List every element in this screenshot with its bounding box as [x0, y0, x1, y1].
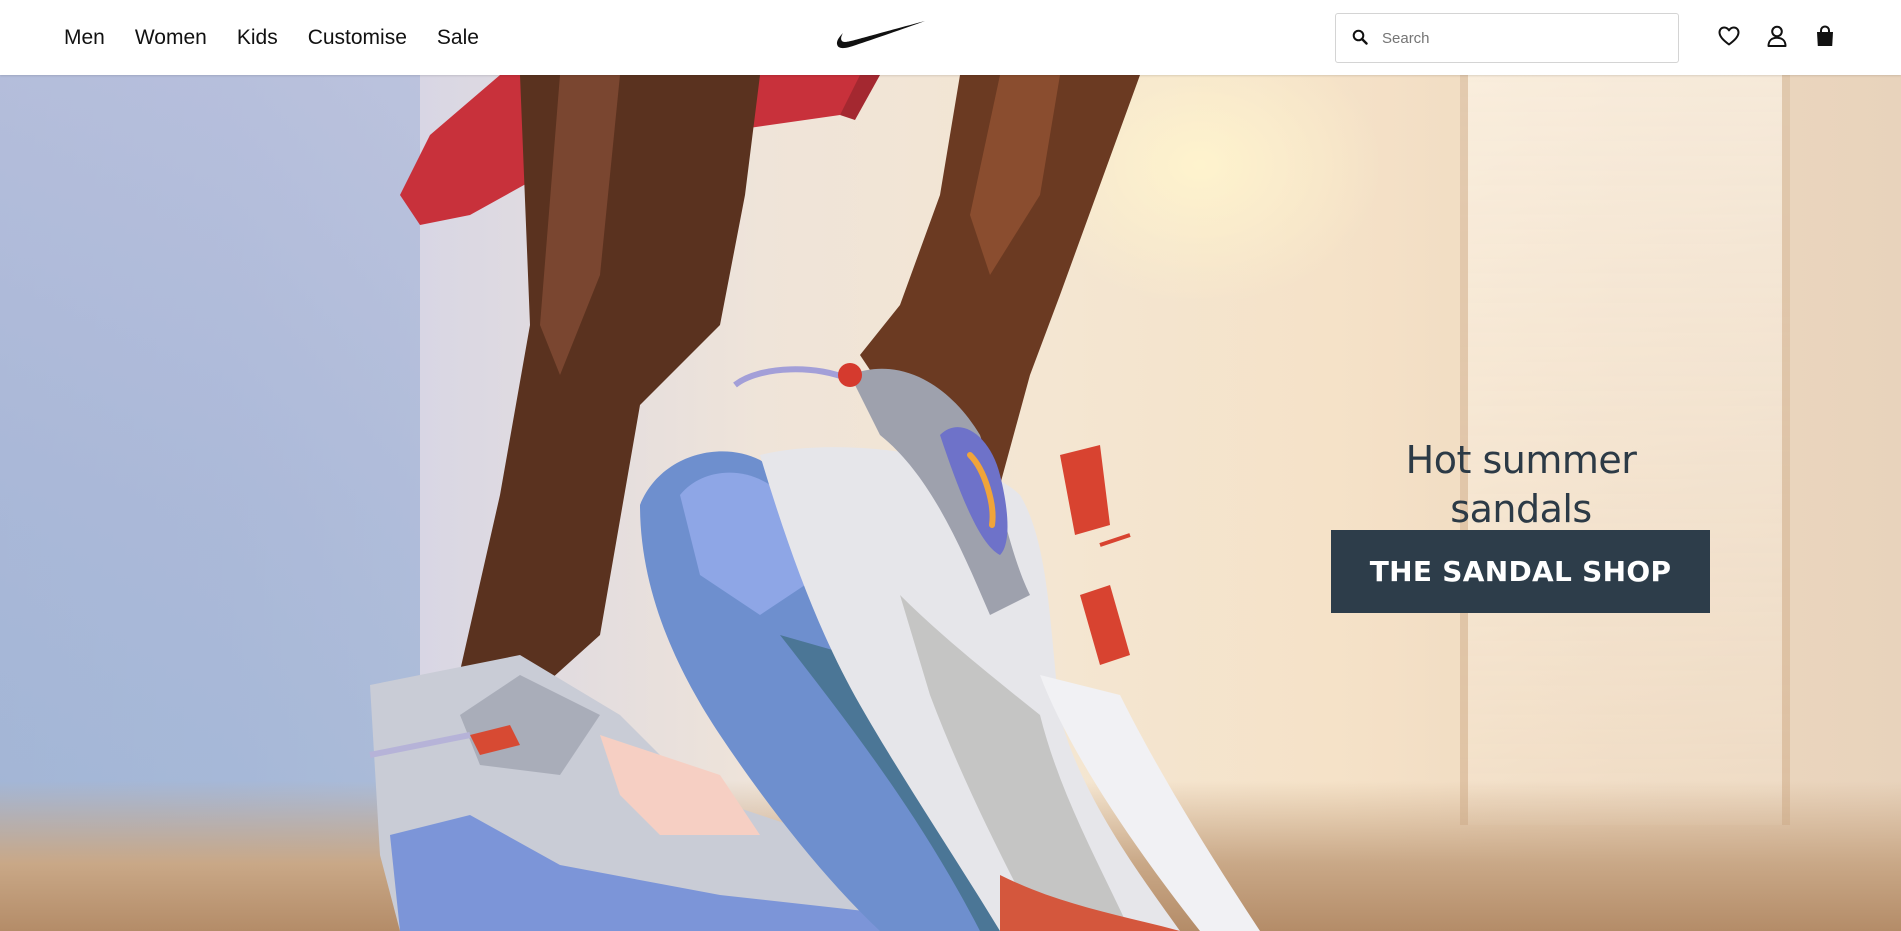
heart-icon[interactable]	[1717, 24, 1741, 48]
main-nav: Men Women Kids Customise Sale	[64, 0, 509, 75]
swoosh-icon	[836, 21, 925, 49]
nav-item-women[interactable]: Women	[135, 27, 207, 48]
nav-item-men[interactable]: Men	[64, 27, 105, 48]
hero-title: Hot summer sandals	[1405, 438, 1637, 532]
nav-item-kids[interactable]: Kids	[237, 27, 278, 48]
search-input[interactable]	[1382, 14, 1678, 62]
bag-icon[interactable]	[1813, 24, 1837, 48]
nav-item-customise[interactable]: Customise	[308, 27, 407, 48]
user-icon[interactable]	[1765, 24, 1789, 48]
swoosh-logo[interactable]	[836, 20, 926, 52]
search-icon[interactable]	[1352, 29, 1370, 47]
site-header: Men Women Kids Customise Sale	[0, 0, 1901, 75]
search-box[interactable]	[1335, 13, 1679, 63]
hero-copy: Hot summer sandals	[1331, 436, 1711, 535]
hero-banner[interactable]: Hot summer sandals	[0, 75, 1901, 931]
nav-item-sale[interactable]: Sale	[437, 27, 479, 48]
sandal-shop-button[interactable]: THE SANDAL SHOP	[1331, 530, 1710, 613]
